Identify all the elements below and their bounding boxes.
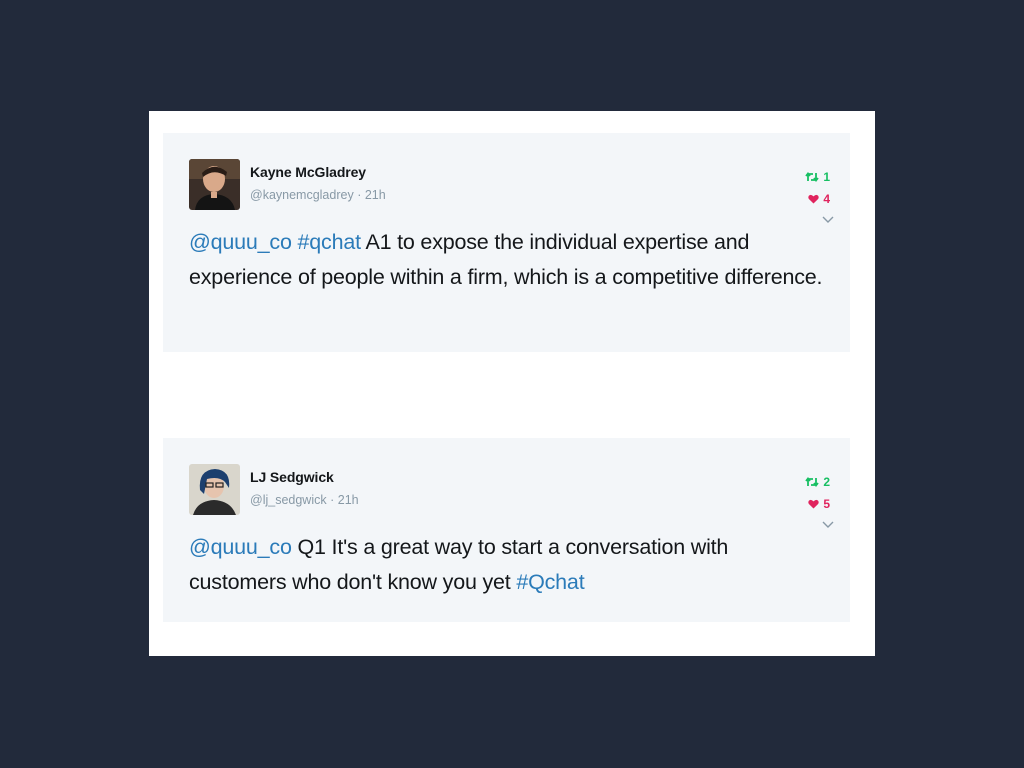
- tweet-card[interactable]: LJ Sedgwick @lj_sedgwick · 21h 2 5 @quuu…: [163, 438, 850, 622]
- heart-icon: [808, 194, 819, 204]
- tweet-text: @quuu_co #qchat A1 to expose the individ…: [189, 225, 829, 295]
- user-name[interactable]: Kayne McGladrey: [250, 164, 366, 180]
- user-meta: @lj_sedgwick · 21h: [250, 493, 359, 507]
- user-name[interactable]: LJ Sedgwick: [250, 469, 334, 485]
- retweet-count: 1: [823, 170, 830, 184]
- avatar[interactable]: [189, 159, 240, 210]
- like-stat[interactable]: 4: [780, 188, 830, 210]
- mention-link[interactable]: @quuu_co: [189, 230, 292, 254]
- retweet-count: 2: [823, 475, 830, 489]
- hashtag-link[interactable]: #qchat: [298, 230, 362, 254]
- avatar[interactable]: [189, 464, 240, 515]
- heart-icon: [808, 499, 819, 509]
- retweet-icon: [805, 172, 820, 182]
- like-stat[interactable]: 5: [780, 493, 830, 515]
- user-meta: @kaynemcgladrey · 21h: [250, 188, 386, 202]
- slide: Kayne McGladrey @kaynemcgladrey · 21h 1 …: [149, 111, 875, 656]
- user-handle[interactable]: @lj_sedgwick: [250, 493, 327, 507]
- retweet-stat[interactable]: 1: [780, 166, 830, 188]
- like-count: 4: [823, 192, 830, 206]
- retweet-icon: [805, 477, 820, 487]
- tweet-stats: 1 4: [780, 166, 830, 210]
- meta-separator: ·: [330, 493, 335, 507]
- hashtag-link[interactable]: #Qchat: [516, 570, 584, 594]
- user-handle[interactable]: @kaynemcgladrey: [250, 188, 354, 202]
- tweet-stats: 2 5: [780, 471, 830, 515]
- retweet-stat[interactable]: 2: [780, 471, 830, 493]
- like-count: 5: [823, 497, 830, 511]
- meta-separator: ·: [357, 188, 362, 202]
- mention-link[interactable]: @quuu_co: [189, 535, 292, 559]
- tweet-card[interactable]: Kayne McGladrey @kaynemcgladrey · 21h 1 …: [163, 133, 850, 352]
- timestamp[interactable]: 21h: [365, 188, 386, 202]
- timestamp[interactable]: 21h: [338, 493, 359, 507]
- tweet-text: @quuu_co Q1 It's a great way to start a …: [189, 530, 829, 600]
